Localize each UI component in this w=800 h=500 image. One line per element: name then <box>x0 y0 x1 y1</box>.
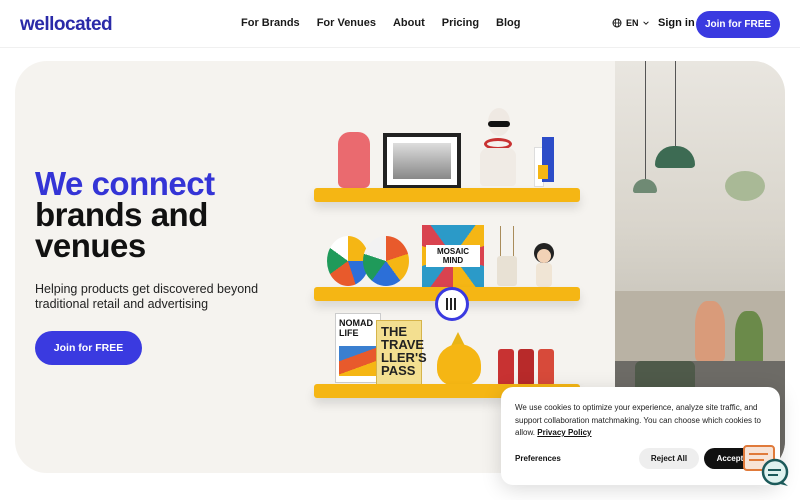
elephant-frame <box>383 133 461 189</box>
cookie-text: We use cookies to optimize your experien… <box>515 402 765 440</box>
pineapple-teapot <box>431 332 489 386</box>
red-jar <box>498 349 514 386</box>
privacy-policy-link[interactable]: Privacy Policy <box>537 428 591 437</box>
reject-all-button[interactable]: Reject All <box>639 448 699 469</box>
site-header: wellocated For Brands For Venues About P… <box>0 0 800 48</box>
pink-sculpture <box>338 132 370 188</box>
logo[interactable]: wellocated <box>20 14 113 36</box>
red-jar <box>518 349 534 386</box>
lamp-shade <box>633 179 657 193</box>
reed-diffuser <box>497 226 517 286</box>
headline-line-1: We connect <box>35 165 215 202</box>
figurine <box>533 243 555 287</box>
book-travellers-pass: THE TRAVE LLER'S PASS <box>376 320 427 386</box>
shelf <box>314 188 580 202</box>
globe-icon <box>612 18 622 28</box>
person <box>735 311 763 366</box>
hero-subtitle: Helping products get discovered beyond t… <box>35 282 259 311</box>
decor-plate <box>363 236 409 286</box>
blue-sculpture <box>534 137 558 187</box>
nav-for-venues[interactable]: For Venues <box>317 17 376 29</box>
bust-statue <box>480 108 516 188</box>
main-nav: For Brands For Venues About Pricing Blog <box>241 17 538 29</box>
book-nomad-life: NOMAD LIFE <box>335 313 381 383</box>
language-selector[interactable]: EN <box>612 18 649 28</box>
nav-for-brands[interactable]: For Brands <box>241 17 300 29</box>
hero-headline: We connect brands and venues <box>35 165 215 264</box>
chevron-down-icon <box>642 21 649 25</box>
nav-about[interactable]: About <box>393 17 425 29</box>
sign-in-link[interactable]: Sign in <box>658 17 695 29</box>
red-jar <box>538 349 554 386</box>
person <box>695 301 725 361</box>
join-header-button[interactable]: Join for FREE <box>696 11 780 38</box>
qr-code-badge <box>435 287 469 321</box>
language-label: EN <box>626 18 639 28</box>
headline-line-3: venues <box>35 227 146 264</box>
nav-pricing[interactable]: Pricing <box>442 17 479 29</box>
book-title: THE TRAVE LLER'S PASS <box>381 324 427 378</box>
nav-blog[interactable]: Blog <box>496 17 520 29</box>
preferences-button[interactable]: Preferences <box>515 454 561 463</box>
lamp-shade <box>655 146 695 168</box>
mosaic-mind-box: MOSAIC MIND <box>422 225 484 287</box>
plant <box>725 171 765 201</box>
chat-support-icon[interactable] <box>742 444 790 488</box>
box-title: MOSAIC MIND <box>426 245 480 267</box>
cookie-banner: We use cookies to optimize your experien… <box>501 387 780 485</box>
book-title: NOMAD LIFE <box>339 318 373 338</box>
join-hero-button[interactable]: Join for FREE <box>35 331 142 365</box>
headline-line-2: brands and <box>35 196 208 233</box>
